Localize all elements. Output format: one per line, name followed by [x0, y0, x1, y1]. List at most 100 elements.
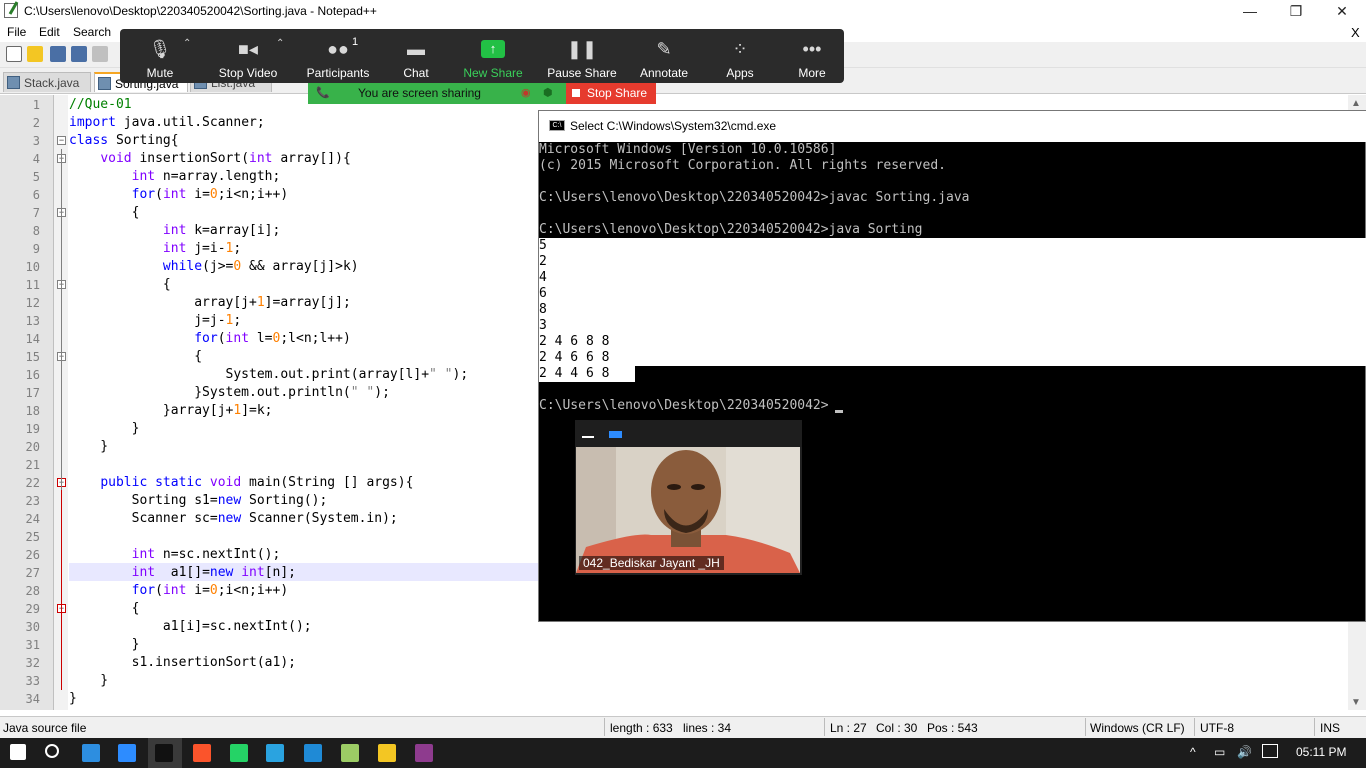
expand-video-icon[interactable]	[609, 431, 622, 438]
notification-icon[interactable]	[1262, 744, 1278, 758]
cmd-line: 5	[539, 238, 547, 253]
share-arrow-icon: ↑	[481, 40, 505, 58]
new-file-icon[interactable]	[6, 46, 22, 62]
line-number: 23	[25, 494, 40, 508]
cmd-line: 2 4 6 8 8	[539, 334, 610, 349]
status-filetype: Java source file	[3, 721, 87, 735]
show-hidden-icons-chevron-icon[interactable]: ^	[1190, 745, 1196, 759]
apps-button[interactable]: ⁘ Apps	[700, 38, 780, 80]
code-line[interactable]: a1[i]=sc.nextInt();	[69, 618, 312, 636]
tab-stack-java[interactable]: Stack.java	[3, 72, 91, 92]
code-line[interactable]: int n=sc.nextInt();	[69, 546, 281, 564]
line-number: 3	[32, 134, 40, 148]
code-line[interactable]: int n=array.length;	[69, 168, 281, 186]
code-line[interactable]: int j=i-1;	[69, 240, 241, 258]
minimize-button[interactable]: —	[1227, 0, 1273, 22]
code-line[interactable]: {	[69, 204, 140, 222]
code-line[interactable]: Scanner sc=new Scanner(System.in);	[69, 510, 398, 528]
whatsapp-icon[interactable]	[230, 744, 248, 762]
code-line[interactable]: }	[69, 636, 140, 654]
code-line[interactable]: {	[69, 348, 202, 366]
participants-button[interactable]: ●● Participants	[298, 38, 378, 80]
code-line[interactable]: public static void main(String [] args){	[69, 474, 413, 492]
status-eol: Windows (CR LF)	[1090, 721, 1185, 735]
participant-video-feed	[576, 447, 800, 573]
maximize-button[interactable]: ❐	[1273, 0, 1319, 22]
vscode-icon[interactable]	[82, 744, 100, 762]
mute-options-chevron-icon[interactable]: ⌃	[183, 38, 191, 49]
open-file-icon[interactable]	[27, 46, 43, 62]
line-number: 17	[25, 386, 40, 400]
code-line[interactable]: int k=array[i];	[69, 222, 280, 240]
new-share-button[interactable]: ↑ New Share	[453, 38, 533, 80]
windows-start-icon[interactable]	[10, 744, 26, 760]
taskbar-clock[interactable]: 05:11 PM	[1296, 745, 1346, 759]
minimize-video-icon[interactable]	[582, 436, 594, 438]
network-icon[interactable]: ▭	[1214, 745, 1225, 759]
code-line[interactable]: for(int l=0;l<n;l++)	[69, 330, 351, 348]
save-icon[interactable]	[50, 46, 66, 62]
menu-file[interactable]: File	[7, 25, 26, 39]
more-button[interactable]: ••• More	[772, 38, 852, 80]
code-line[interactable]: System.out.print(array[l]+" ");	[69, 366, 469, 384]
telegram-icon[interactable]	[266, 744, 284, 762]
code-line[interactable]: array[j+1]=array[j];	[69, 294, 351, 312]
code-line[interactable]: {	[69, 276, 171, 294]
cmd-line: C:\Users\lenovo\Desktop\220340520042>jav…	[539, 190, 970, 205]
notepad-plus-plus-icon[interactable]	[341, 744, 359, 762]
menu-edit[interactable]: Edit	[39, 25, 60, 39]
chat-label: Chat	[403, 66, 429, 80]
zoom-icon[interactable]	[118, 744, 136, 762]
line-number: 33	[25, 674, 40, 688]
save-all-icon[interactable]	[71, 46, 87, 62]
line-number: 10	[25, 260, 40, 274]
code-line[interactable]: import java.util.Scanner;	[69, 114, 265, 132]
shield-icon: ⬢	[543, 87, 553, 99]
scroll-down-icon[interactable]: ▼	[1351, 697, 1361, 708]
screen-sharing-banner[interactable]: 📞 You are screen sharing ◉ ⬢	[308, 83, 566, 104]
pen-icon: ✎	[656, 39, 672, 59]
stop-icon	[572, 89, 580, 97]
line-number: 31	[25, 638, 40, 652]
code-line[interactable]: for(int i=0;i<n;i++)	[69, 582, 289, 600]
code-line[interactable]: void insertionSort(int array[]){	[69, 150, 350, 168]
edge-icon[interactable]	[304, 744, 322, 762]
close-file-icon[interactable]	[92, 46, 108, 62]
code-line[interactable]: }array[j+1]=k;	[69, 402, 273, 420]
code-line[interactable]: }	[69, 690, 77, 708]
code-line[interactable]: while(j>=0 && array[j]>k)	[69, 258, 359, 276]
close-button[interactable]: ✕	[1319, 0, 1365, 22]
pause-icon: ❚❚	[566, 39, 598, 59]
code-line[interactable]: Sorting s1=new Sorting();	[69, 492, 328, 510]
search-icon[interactable]	[45, 744, 59, 758]
close-document-button[interactable]: X	[1351, 25, 1360, 40]
code-line[interactable]: int a1[]=new int[n];	[69, 564, 296, 582]
code-line[interactable]: {	[69, 600, 140, 618]
code-line[interactable]: }	[69, 438, 108, 456]
annotate-button[interactable]: ✎ Annotate	[624, 38, 704, 80]
code-line[interactable]: class Sorting{	[69, 132, 179, 150]
status-divider	[824, 718, 825, 736]
code-line[interactable]: s1.insertionSort(a1);	[69, 654, 296, 672]
scroll-up-icon[interactable]: ▲	[1351, 98, 1361, 109]
chat-button[interactable]: ▬ Chat	[376, 38, 456, 80]
video-options-chevron-icon[interactable]: ⌃	[276, 38, 284, 49]
code-line[interactable]: }	[69, 672, 108, 690]
menu-search[interactable]: Search	[73, 25, 111, 39]
code-line[interactable]: for(int i=0;i<n;i++)	[69, 186, 289, 204]
pause-share-button[interactable]: ❚❚ Pause Share	[542, 38, 622, 80]
brave-icon[interactable]	[193, 744, 211, 762]
line-number: 26	[25, 548, 40, 562]
file-explorer-icon[interactable]	[378, 744, 396, 762]
winrar-icon[interactable]	[415, 744, 433, 762]
code-line[interactable]: }	[69, 420, 140, 438]
fold-toggle-icon[interactable]: −	[57, 136, 66, 145]
volume-icon[interactable]: 🔊	[1237, 745, 1252, 759]
line-number: 14	[25, 332, 40, 346]
stop-share-button[interactable]: Stop Share	[566, 83, 656, 104]
more-label: More	[798, 66, 826, 80]
code-line[interactable]: //Que-01	[69, 96, 132, 114]
cmd-icon[interactable]	[155, 744, 173, 762]
code-line[interactable]: j=j-1;	[69, 312, 241, 330]
code-line[interactable]: }System.out.println(" ");	[69, 384, 390, 402]
